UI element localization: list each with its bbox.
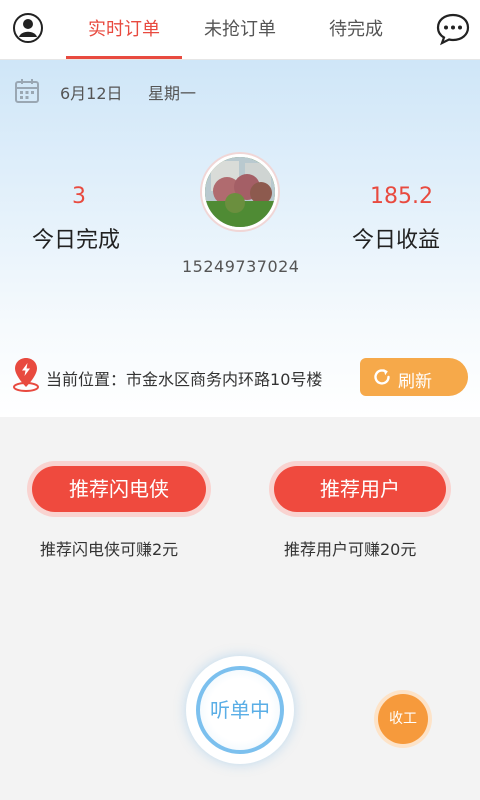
current-location: 当前位置：市金水区商务内环路10号楼 — [46, 366, 364, 390]
recommend-courier-reward: 推荐闪电侠可赚2元 — [40, 540, 179, 559]
avatar[interactable] — [202, 154, 278, 230]
user-phone-number: 15249737024 — [182, 257, 300, 276]
listening-for-orders-button[interactable]: 听单中 — [186, 656, 294, 764]
refresh-button[interactable]: 刷新 — [360, 358, 468, 396]
refresh-label: 刷新 — [398, 372, 432, 392]
tab-pending[interactable]: 待完成 — [298, 0, 414, 60]
location-label: 当前位置： — [46, 370, 127, 389]
end-shift-button[interactable]: 收工 — [378, 694, 428, 744]
tab-unclaimed-orders[interactable]: 未抢订单 — [182, 0, 298, 60]
current-weekday: 星期一 — [148, 84, 197, 103]
recommend-user-button[interactable]: 推荐用户 — [274, 466, 446, 512]
earnings-today-label: 今日收益 — [352, 228, 441, 253]
earnings-today-amount: 185.2 — [370, 184, 433, 209]
completed-today-count: 3 — [72, 184, 86, 209]
calendar-icon — [15, 79, 39, 103]
user-icon[interactable] — [12, 12, 44, 44]
completed-today-label: 今日完成 — [32, 228, 121, 253]
tab-realtime-orders[interactable]: 实时订单 — [66, 0, 182, 60]
listening-label: 听单中 — [210, 698, 270, 722]
current-date: 6月12日 — [60, 84, 123, 103]
active-tab-indicator — [66, 56, 182, 59]
refresh-icon — [374, 369, 390, 385]
location-address: 市金水区商务内环路10号楼 — [126, 370, 323, 389]
location-pin-icon — [13, 358, 39, 392]
recommend-courier-button[interactable]: 推荐闪电侠 — [32, 466, 206, 512]
status-header: 6月12日 星期一 3 今日完成 15249737024 185.2 今日收益 … — [0, 60, 480, 417]
top-nav-bar: 实时订单 未抢订单 待完成 — [0, 0, 480, 60]
chat-bubble-icon[interactable] — [436, 12, 470, 46]
recommend-user-reward: 推荐用户可赚20元 — [284, 540, 417, 559]
